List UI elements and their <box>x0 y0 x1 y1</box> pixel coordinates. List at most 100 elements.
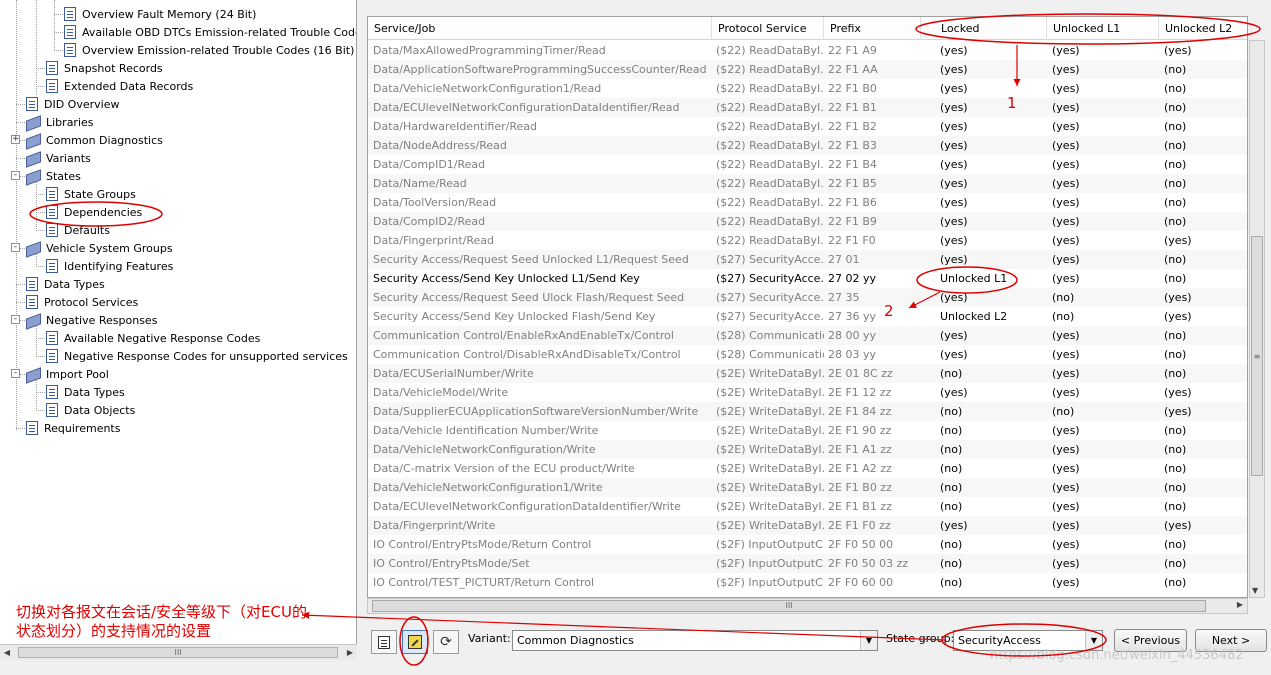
tree-item[interactable]: Vehicle System Groups <box>26 239 173 257</box>
cell-unlocked-l2[interactable]: (no) <box>1164 98 1244 117</box>
cell-unlocked-l1[interactable]: (no) <box>1052 402 1160 421</box>
cell-unlocked-l2[interactable]: (no) <box>1164 174 1244 193</box>
cell-unlocked-l1[interactable]: (no) <box>1052 288 1160 307</box>
table-row[interactable]: Data/Fingerprint/Write ($2E) WriteDataByI… <box>368 516 1247 535</box>
column-header-locked[interactable]: Locked <box>921 17 1047 40</box>
scroll-down-arrow-icon[interactable]: ▼ <box>1252 586 1258 595</box>
cell-locked[interactable]: (yes) <box>940 155 1048 174</box>
table-row[interactable]: Data/Fingerprint/Read ($22) ReadDataByI..… <box>368 231 1247 250</box>
table-row[interactable]: Data/ApplicationSoftwareProgrammingSucce… <box>368 60 1247 79</box>
cell-unlocked-l2[interactable]: (no) <box>1164 60 1244 79</box>
dependencies-grid[interactable]: Service/Job Protocol Service Prefix Lock… <box>367 16 1248 598</box>
scroll-left-arrow-icon[interactable]: ◀ <box>2 647 12 658</box>
table-row[interactable]: Security Access/Send Key Unlocked Flash/… <box>368 307 1247 326</box>
table-row[interactable]: Security Access/Request Seed Ulock Flash… <box>368 288 1247 307</box>
tree-item[interactable]: Available Negative Response Codes <box>46 329 260 347</box>
tree-item[interactable]: State Groups <box>46 185 136 203</box>
tree-item[interactable]: Requirements <box>26 419 120 437</box>
cell-unlocked-l2[interactable]: (no) <box>1164 440 1244 459</box>
tree-item[interactable]: Identifying Features <box>46 257 173 275</box>
cell-unlocked-l2[interactable]: (no) <box>1164 497 1244 516</box>
cell-unlocked-l2[interactable]: (no) <box>1164 345 1244 364</box>
tree-item[interactable]: Available OBD DTCs Emission-related Trou… <box>64 23 356 41</box>
table-row[interactable]: IO Control/EntryPtsMode/Return Control ($… <box>368 535 1247 554</box>
variant-select[interactable]: Common Diagnostics ▼ <box>512 630 878 651</box>
column-header-service-job[interactable]: Service/Job <box>368 17 712 40</box>
chevron-down-icon[interactable]: ▼ <box>860 631 877 650</box>
state-dependency-view-button[interactable] <box>402 630 428 654</box>
cell-unlocked-l2[interactable]: (yes) <box>1164 307 1244 326</box>
cell-unlocked-l2[interactable]: (no) <box>1164 421 1244 440</box>
state-diagram-view-button[interactable]: ⟳ <box>433 630 459 654</box>
list-view-button[interactable] <box>371 630 397 654</box>
table-row[interactable]: Data/NodeAddress/Read ($22) ReadDataByI..… <box>368 136 1247 155</box>
tree-scroll-thumb[interactable]: III <box>18 647 338 658</box>
collapse-icon[interactable]: - <box>11 171 20 180</box>
cell-unlocked-l2[interactable]: (yes) <box>1164 383 1244 402</box>
cell-locked[interactable]: (no) <box>940 402 1048 421</box>
collapse-icon[interactable]: - <box>11 369 20 378</box>
cell-unlocked-l2[interactable]: (yes) <box>1164 516 1244 535</box>
cell-locked[interactable]: (yes) <box>940 193 1048 212</box>
cell-unlocked-l1[interactable]: (yes) <box>1052 117 1160 136</box>
cell-unlocked-l2[interactable]: (no) <box>1164 212 1244 231</box>
tree-item[interactable]: Overview Emission-related Trouble Codes … <box>64 41 354 59</box>
cell-locked[interactable]: (yes) <box>940 98 1048 117</box>
table-row[interactable]: Data/VehicleNetworkConfiguration1/Write (… <box>368 478 1247 497</box>
cell-locked[interactable]: (no) <box>940 459 1048 478</box>
table-row[interactable]: Data/CompID1/Read ($22) ReadDataByI... 22 … <box>368 155 1247 174</box>
cell-unlocked-l1[interactable]: (yes) <box>1052 136 1160 155</box>
column-header-protocol-service[interactable]: Protocol Service <box>712 17 824 40</box>
cell-locked[interactable]: (no) <box>940 478 1048 497</box>
cell-unlocked-l1[interactable]: (yes) <box>1052 79 1160 98</box>
cell-unlocked-l1[interactable]: (no) <box>1052 307 1160 326</box>
table-row[interactable]: Data/C-matrix Version of the ECU product… <box>368 459 1247 478</box>
cell-locked[interactable]: (yes) <box>940 174 1048 193</box>
tree-item[interactable]: Dependencies <box>46 203 142 221</box>
cell-locked[interactable]: (yes) <box>940 79 1048 98</box>
table-row[interactable]: Data/VehicleNetworkConfiguration1/Read ($… <box>368 79 1247 98</box>
cell-locked[interactable]: (yes) <box>940 212 1048 231</box>
cell-unlocked-l2[interactable]: (no) <box>1164 326 1244 345</box>
cell-unlocked-l1[interactable]: (yes) <box>1052 440 1160 459</box>
cell-unlocked-l2[interactable]: (no) <box>1164 155 1244 174</box>
cell-unlocked-l2[interactable]: (no) <box>1164 250 1244 269</box>
cell-locked[interactable]: (no) <box>940 440 1048 459</box>
cell-locked[interactable]: (no) <box>940 554 1048 573</box>
cell-unlocked-l1[interactable]: (yes) <box>1052 459 1160 478</box>
tree-item[interactable]: Variants <box>26 149 91 167</box>
cell-locked[interactable]: (yes) <box>940 345 1048 364</box>
cell-locked[interactable]: (yes) <box>940 117 1048 136</box>
table-row[interactable]: Data/MaxAllowedProgrammingTimer/Read ($22… <box>368 41 1247 60</box>
cell-unlocked-l1[interactable]: (yes) <box>1052 364 1160 383</box>
cell-locked[interactable]: (no) <box>940 573 1048 592</box>
scroll-right-arrow-icon[interactable]: ▶ <box>1237 600 1243 609</box>
tree-item[interactable]: Protocol Services <box>26 293 138 311</box>
table-row[interactable]: Data/Vehicle Identification Number/Write… <box>368 421 1247 440</box>
cell-locked[interactable]: (yes) <box>940 60 1048 79</box>
tree-item[interactable]: DID Overview <box>26 95 119 113</box>
cell-unlocked-l2[interactable]: (no) <box>1164 573 1244 592</box>
tree-item[interactable]: Import Pool <box>26 365 109 383</box>
table-row[interactable]: IO Control/EntryPtsMode/Set ($2F) InputOu… <box>368 554 1247 573</box>
cell-unlocked-l1[interactable]: (yes) <box>1052 250 1160 269</box>
cell-unlocked-l1[interactable]: (yes) <box>1052 573 1160 592</box>
grid-horizontal-scrollbar[interactable]: III ▶ <box>367 598 1248 614</box>
cell-unlocked-l1[interactable]: (yes) <box>1052 516 1160 535</box>
cell-locked[interactable]: (yes) <box>940 250 1048 269</box>
cell-unlocked-l2[interactable]: (no) <box>1164 554 1244 573</box>
cell-locked[interactable]: Unlocked L2 <box>940 307 1048 326</box>
table-row[interactable]: Security Access/Request Seed Unlocked L1… <box>368 250 1247 269</box>
cell-unlocked-l1[interactable]: (yes) <box>1052 193 1160 212</box>
table-row[interactable]: Communication Control/DisableRxAndDisabl… <box>368 345 1247 364</box>
cell-unlocked-l2[interactable]: (no) <box>1164 136 1244 155</box>
grid-hscroll-thumb[interactable]: III <box>372 600 1206 612</box>
tree-item[interactable]: Extended Data Records <box>46 77 193 95</box>
grid-vscroll-thumb[interactable]: ≡ <box>1251 236 1263 476</box>
cell-unlocked-l1[interactable]: (yes) <box>1052 231 1160 250</box>
cell-locked[interactable]: (yes) <box>940 41 1048 60</box>
cell-unlocked-l2[interactable]: (yes) <box>1164 402 1244 421</box>
table-row[interactable]: Data/SupplierECUApplicationSoftwareVersi… <box>368 402 1247 421</box>
tree-item[interactable]: Snapshot Records <box>46 59 163 77</box>
cell-locked[interactable]: (no) <box>940 535 1048 554</box>
